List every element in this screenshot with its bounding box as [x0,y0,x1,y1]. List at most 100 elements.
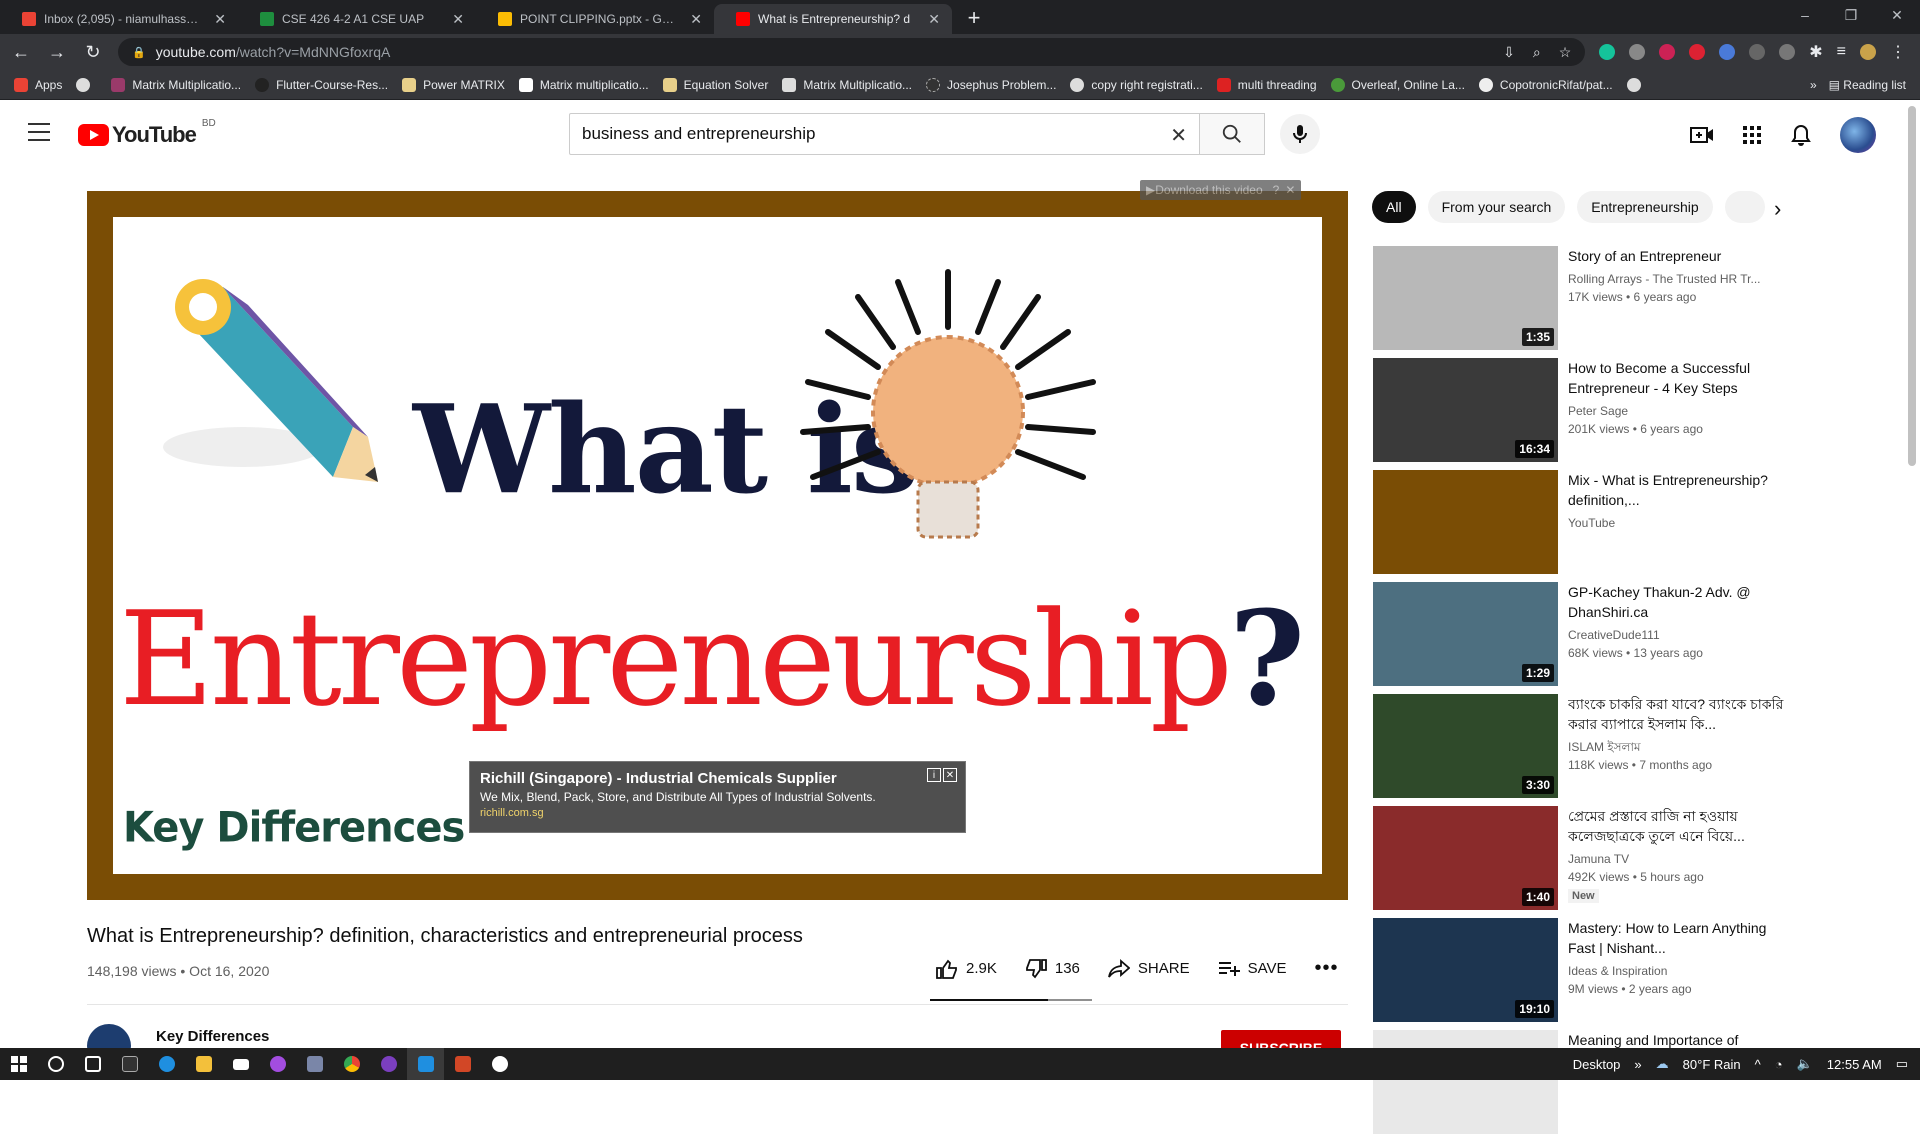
game-app-icon[interactable] [296,1048,333,1080]
channel-name[interactable]: Jamuna TV [1568,850,1793,868]
camera-extension-icon[interactable] [1629,44,1646,60]
chrome-icon[interactable] [333,1048,370,1080]
close-icon[interactable]: ✕ [690,11,702,28]
volume-icon[interactable]: 🔈 [1797,1056,1813,1072]
search-input[interactable]: business and entrepreneurship ✕ [569,113,1200,155]
account-avatar[interactable] [1840,117,1876,153]
extension-icon[interactable] [1779,44,1796,60]
bookmark-star-icon[interactable]: ☆ [1559,44,1572,61]
channel-name[interactable]: ISLAM ইসলাম [1568,738,1793,756]
youtube-logo[interactable]: YouTube BD [78,118,216,148]
channel-name[interactable]: YouTube [1568,514,1793,532]
clear-search-icon[interactable]: ✕ [1170,123,1187,148]
like-button[interactable]: 2.9K [936,959,997,979]
show-hidden-icons[interactable]: ^ [1755,1057,1761,1072]
bookmark-item[interactable]: Flutter-Course-Res... [255,77,388,92]
channel-name[interactable]: Rolling Arrays - The Trusted HR Tr... [1568,270,1793,288]
video-thumbnail[interactable]: 1:29 [1373,582,1558,686]
clock[interactable]: 12:55 AM [1827,1057,1882,1072]
bookmark-item[interactable]: Overleaf, Online La... [1330,77,1465,92]
save-button[interactable]: SAVE [1218,960,1286,978]
create-video-icon[interactable] [1690,125,1714,145]
grammarly-icon[interactable] [1599,44,1616,60]
chip-from-your-search[interactable]: From your search [1427,191,1566,223]
related-video-item[interactable]: Meaning and Importance of [1373,1030,1793,1142]
network-icon[interactable]: ◔ [1775,1057,1783,1072]
video-thumbnail[interactable]: 19:10 [1373,918,1558,1022]
browser-tab-classroom[interactable]: CSE 426 4-2 A1 CSE UAP ✕ [238,4,476,34]
extension-icon[interactable] [1719,44,1736,60]
bookmark-item[interactable] [76,77,97,92]
video-thumbnail[interactable]: 1:35 [1373,246,1558,350]
bookmark-item[interactable]: Matrix Multiplicatio... [111,77,241,92]
chip-all[interactable]: All [1372,191,1416,223]
bookmark-item[interactable]: multi threading [1216,77,1317,92]
notifications-icon[interactable]: ▭ [1896,1056,1908,1072]
vscode-icon[interactable] [407,1048,444,1080]
install-icon[interactable]: ⇩ [1503,44,1515,61]
puzzle-icon[interactable]: ✱ [1809,42,1822,62]
close-icon[interactable]: ✕ [452,11,464,28]
chevron-right-icon[interactable]: › [1774,196,1781,222]
new-tab-button[interactable]: + [960,4,988,32]
desktop-toolbar[interactable]: Desktop [1573,1057,1621,1072]
more-actions-icon[interactable]: ••• [1314,957,1338,980]
edge-icon[interactable] [148,1048,185,1080]
forward-icon[interactable]: → [42,42,72,63]
chevron-icon[interactable]: » [1634,1057,1641,1072]
related-video-item[interactable]: 16:34 How to Become a Successful Entrepre… [1373,358,1793,470]
voice-search-button[interactable] [1280,114,1320,154]
download-video-button[interactable]: ▶ Download this video? ✕ [1140,180,1302,200]
bookmark-apps[interactable]: Apps [14,77,62,92]
video-thumbnail[interactable] [1373,1030,1558,1134]
bookmark-item[interactable]: Matrix Multiplicatio... [782,77,912,92]
minimize-icon[interactable]: – [1782,7,1828,23]
overlay-ad[interactable]: Richill (Singapore) - Industrial Chemica… [469,761,966,833]
related-video-item[interactable]: 3:30 ব্যাংকে চাকরি করা যাবে? ব্যাংকে চাকর… [1373,694,1793,806]
profile-avatar[interactable] [1860,44,1876,60]
share-button[interactable]: SHARE [1108,958,1190,979]
more-bookmarks-icon[interactable]: » [1810,78,1817,92]
chip-entrepreneurship[interactable]: Entrepreneurship [1577,191,1713,223]
close-ad-icon[interactable]: ✕ [943,768,957,782]
file-explorer-icon[interactable] [185,1048,222,1080]
dislike-button[interactable]: 136 [1025,958,1080,979]
related-video-item[interactable]: 1:40 প্রেমের প্রস্তাবে রাজি না হওয়ায় কল… [1373,806,1793,918]
close-window-icon[interactable]: ✕ [1874,7,1920,24]
bookmark-item[interactable]: Josephus Problem... [926,77,1056,92]
apps-grid-icon[interactable] [1742,125,1762,145]
extension-icon[interactable] [1659,44,1676,60]
bookmark-item[interactable] [1626,77,1648,92]
restore-icon[interactable]: ❐ [1828,7,1874,24]
weather-text[interactable]: 80°F Rain [1683,1057,1741,1072]
search-button[interactable] [1200,113,1265,155]
hamburger-menu-icon[interactable] [28,123,50,141]
video-thumbnail[interactable]: 16:34 [1373,358,1558,462]
mail-icon[interactable] [222,1048,259,1080]
related-video-item[interactable]: 19:10 Mastery: How to Learn Anything Fast… [1373,918,1793,1030]
zoom-icon[interactable]: ⌕ [1533,44,1541,61]
related-video-item[interactable]: 1:29 GP-Kachey Thakun-2 Adv. @ DhanShiri.… [1373,582,1793,694]
browser-tab-gmail[interactable]: Inbox (2,095) - niamulhassan64@✕ [0,4,238,34]
notifications-bell-icon[interactable] [1790,124,1812,146]
bookmark-item[interactable]: CopotronicRifat/pat... [1478,77,1613,92]
app-icon[interactable] [481,1048,518,1080]
chip-partial[interactable] [1724,191,1765,223]
video-thumbnail[interactable]: 3:30 [1373,694,1558,798]
reading-list-button[interactable]: ▤ Reading list [1829,78,1906,92]
bookmark-item[interactable]: Power MATRIX [402,77,505,92]
cortana-search-icon[interactable] [37,1048,74,1080]
extension-icon[interactable] [1749,44,1766,60]
browser-tab-drive[interactable]: POINT CLIPPING.pptx - Google D✕ [476,4,714,34]
channel-name[interactable]: CreativeDude111 [1568,626,1793,644]
reload-icon[interactable]: ↻ [78,42,108,63]
close-icon[interactable]: ✕ [214,11,226,28]
close-icon[interactable]: ✕ [1285,183,1295,197]
menu-icon[interactable]: ⋮ [1890,42,1906,62]
close-icon[interactable]: ✕ [928,11,940,28]
extension-icon[interactable] [1689,44,1706,60]
bookmark-item[interactable]: Matrix multiplicatio... [518,77,649,92]
video-thumbnail[interactable]: 1:40 [1373,806,1558,910]
messenger-icon[interactable] [259,1048,296,1080]
windows-start-icon[interactable] [0,1048,37,1080]
